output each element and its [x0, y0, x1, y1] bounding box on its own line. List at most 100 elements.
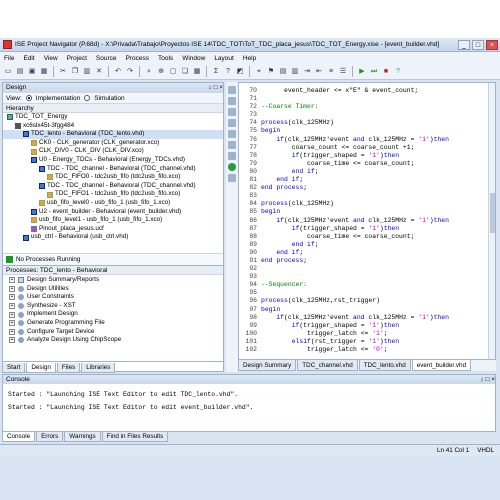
tree-item[interactable]: U2 - event_builder - Behavioral (event_b…	[3, 208, 223, 217]
menu-item-source[interactable]: Source	[96, 55, 117, 62]
panel-controls[interactable]: ↕ □ ×	[208, 83, 223, 93]
save-icon[interactable]: ▣	[27, 67, 37, 77]
expand-icon[interactable]: +	[9, 328, 15, 335]
window-icon[interactable]: ▢	[168, 67, 178, 77]
editor-tab[interactable]: TDC_lento.vhd	[358, 360, 411, 371]
code-line[interactable]	[261, 273, 487, 281]
code-line[interactable]: end process;	[261, 257, 487, 265]
tree-item[interactable]: TDC_lento - Behavioral (TDC_lento.vhd)	[3, 130, 223, 139]
code-line[interactable]: begin	[261, 306, 487, 314]
menu-item-edit[interactable]: Edit	[23, 55, 34, 62]
expand-icon[interactable]: +	[9, 320, 15, 327]
paste-icon[interactable]: ▥	[82, 67, 92, 77]
tab-errors[interactable]: Errors	[36, 432, 64, 442]
console-controls[interactable]: ↕ □ ×	[480, 375, 495, 384]
new-file-icon[interactable]: ▭	[3, 67, 13, 77]
expand-icon[interactable]: +	[9, 311, 15, 318]
cascade-icon[interactable]: ❏	[180, 67, 190, 77]
process-item[interactable]: + User Constraints	[9, 293, 223, 302]
tree-item[interactable]: TDC_FIFO1 - tdc2usb_fifo (tdc2usb_fifo.x…	[3, 190, 223, 199]
code-line[interactable]: --Sequencer:	[261, 281, 487, 289]
code-line[interactable]: if(clk_125MHz'event and clk_125MHz = '1'…	[261, 217, 487, 225]
cut-icon[interactable]: ✂	[58, 67, 68, 77]
tab-start[interactable]: Start	[2, 363, 26, 373]
code-line[interactable]	[261, 289, 487, 297]
tab-find-in-files-results[interactable]: Find in Files Results	[101, 432, 169, 442]
maximize-button[interactable]: □	[472, 39, 484, 50]
code-line[interactable]: end if;	[261, 249, 487, 257]
code-line[interactable]: if(trigger_shaped = '1')then	[261, 225, 487, 233]
expand-icon[interactable]: +	[9, 277, 15, 284]
code-line[interactable]: process(clk_125MHz)	[261, 119, 487, 127]
check-icon[interactable]	[228, 163, 236, 171]
copy-icon[interactable]: ❐	[70, 67, 80, 77]
expand-icon[interactable]	[228, 130, 236, 138]
menu-item-help[interactable]: Help	[243, 55, 256, 62]
code-line[interactable]: coarse_time <= coarse_count;	[261, 160, 487, 168]
tree-item[interactable]: usb_fifo_level1 - usb_fifo_1 (usb_fifo_1…	[3, 216, 223, 225]
outdent-icon[interactable]: ⇤	[314, 67, 324, 77]
tree-item[interactable]: CLK_DIV0 - CLK_DIV (CLK_DIV.xco)	[3, 147, 223, 156]
list-icon[interactable]: ☰	[338, 67, 348, 77]
code-line[interactable]: trigger_latch <= '0';	[261, 346, 487, 354]
properties-icon[interactable]	[228, 119, 236, 127]
code-line[interactable]: if(clk_125MHz'event and clk_125MHz = '1'…	[261, 314, 487, 322]
code-line[interactable]	[261, 265, 487, 273]
tab-files[interactable]: Files	[56, 363, 81, 373]
code-line[interactable]: elsif(rst_trigger = '1')then	[261, 338, 487, 346]
editor-tab[interactable]: TDC_channel.vhd	[297, 360, 358, 371]
editor-tab[interactable]: event_builder.vhd	[411, 360, 472, 371]
code-line[interactable]	[261, 111, 487, 119]
code-line[interactable]	[261, 192, 487, 200]
chart-icon[interactable]: ◩	[235, 67, 245, 77]
code-editor[interactable]: 70 71 72 73 74 75 76 77 78 79 80 81 82 83 84 85 86 87 88 89…	[238, 82, 496, 360]
tree-item[interactable]: usb_ctrl - Behavioral (usb_ctrl.vhd)	[3, 233, 223, 242]
code-line[interactable]: --Coarse Timer:	[261, 103, 487, 111]
redo-icon[interactable]: ↷	[125, 67, 135, 77]
delete-icon[interactable]: ✕	[94, 67, 104, 77]
tree-item[interactable]: xc6slx45t-3fgg484	[3, 122, 223, 131]
code-line[interactable]: begin	[261, 127, 487, 135]
remove-icon[interactable]	[228, 108, 236, 116]
code-line[interactable]: if(trigger_shaped = '1')then	[261, 152, 487, 160]
process-item[interactable]: + Synthesize - XST	[9, 302, 223, 311]
code-line[interactable]: end if;	[261, 168, 487, 176]
code-line[interactable]: coarse_time <= coarse_count;	[261, 233, 487, 241]
process-item[interactable]: + Implement Design	[9, 310, 223, 319]
editor-tab[interactable]: Design Summary	[238, 360, 297, 371]
code-line[interactable]: if(trigger_shaped = '1')then	[261, 322, 487, 330]
tree-item[interactable]: TDC_FIFO0 - tdc2usb_fifo (tdc2usb_fifo.x…	[3, 173, 223, 182]
pin-icon[interactable]: ⌖	[254, 67, 264, 77]
save-all-icon[interactable]: ▦	[39, 67, 49, 77]
find-icon[interactable]: ⌕	[144, 67, 154, 77]
expand-icon[interactable]: +	[9, 294, 15, 301]
stop-icon[interactable]: ■	[381, 67, 391, 77]
implementation-label[interactable]: Implementation	[36, 95, 80, 102]
open-folder-icon[interactable]: ▤	[15, 67, 25, 77]
tree-item[interactable]: U0 - Energy_TDCs - Behavioral (Energy_TD…	[3, 156, 223, 165]
tab-warnings[interactable]: Warnings	[64, 432, 101, 442]
menu-item-tools[interactable]: Tools	[158, 55, 173, 62]
bookmark-icon[interactable]: ⚑	[266, 67, 276, 77]
menu-item-window[interactable]: Window	[182, 55, 205, 62]
tree-item[interactable]: Pinout_placa_jesus.ucf	[3, 225, 223, 234]
zoom-icon[interactable]: ⊕	[156, 67, 166, 77]
code-line[interactable]: event_header <= x"E" & event_count;	[261, 87, 487, 95]
uncomment-icon[interactable]: ▥	[290, 67, 300, 77]
align-icon[interactable]: ≡	[326, 67, 336, 77]
undo-icon[interactable]: ↶	[113, 67, 123, 77]
process-item[interactable]: + Configure Target Device	[9, 328, 223, 337]
code-line[interactable]: process(clk_125MHz)	[261, 200, 487, 208]
collapse-icon[interactable]	[228, 141, 236, 149]
process-item[interactable]: + Design Utilities	[9, 285, 223, 294]
code-line[interactable]: end process;	[261, 184, 487, 192]
menu-item-process[interactable]: Process	[126, 55, 149, 62]
editor-vertical-scrollbar[interactable]	[488, 83, 495, 359]
code-line[interactable]: if(clk_125MHz'event and clk_125MHz = '1'…	[261, 136, 487, 144]
process-item[interactable]: + Analyze Design Using ChipScope	[9, 336, 223, 345]
code-line[interactable]: coarse_count <= coarse_count +1;	[261, 144, 487, 152]
comment-icon[interactable]: ▤	[278, 67, 288, 77]
menu-item-layout[interactable]: Layout	[214, 55, 234, 62]
expand-icon[interactable]: +	[9, 285, 15, 292]
add-copy-icon[interactable]	[228, 97, 236, 105]
